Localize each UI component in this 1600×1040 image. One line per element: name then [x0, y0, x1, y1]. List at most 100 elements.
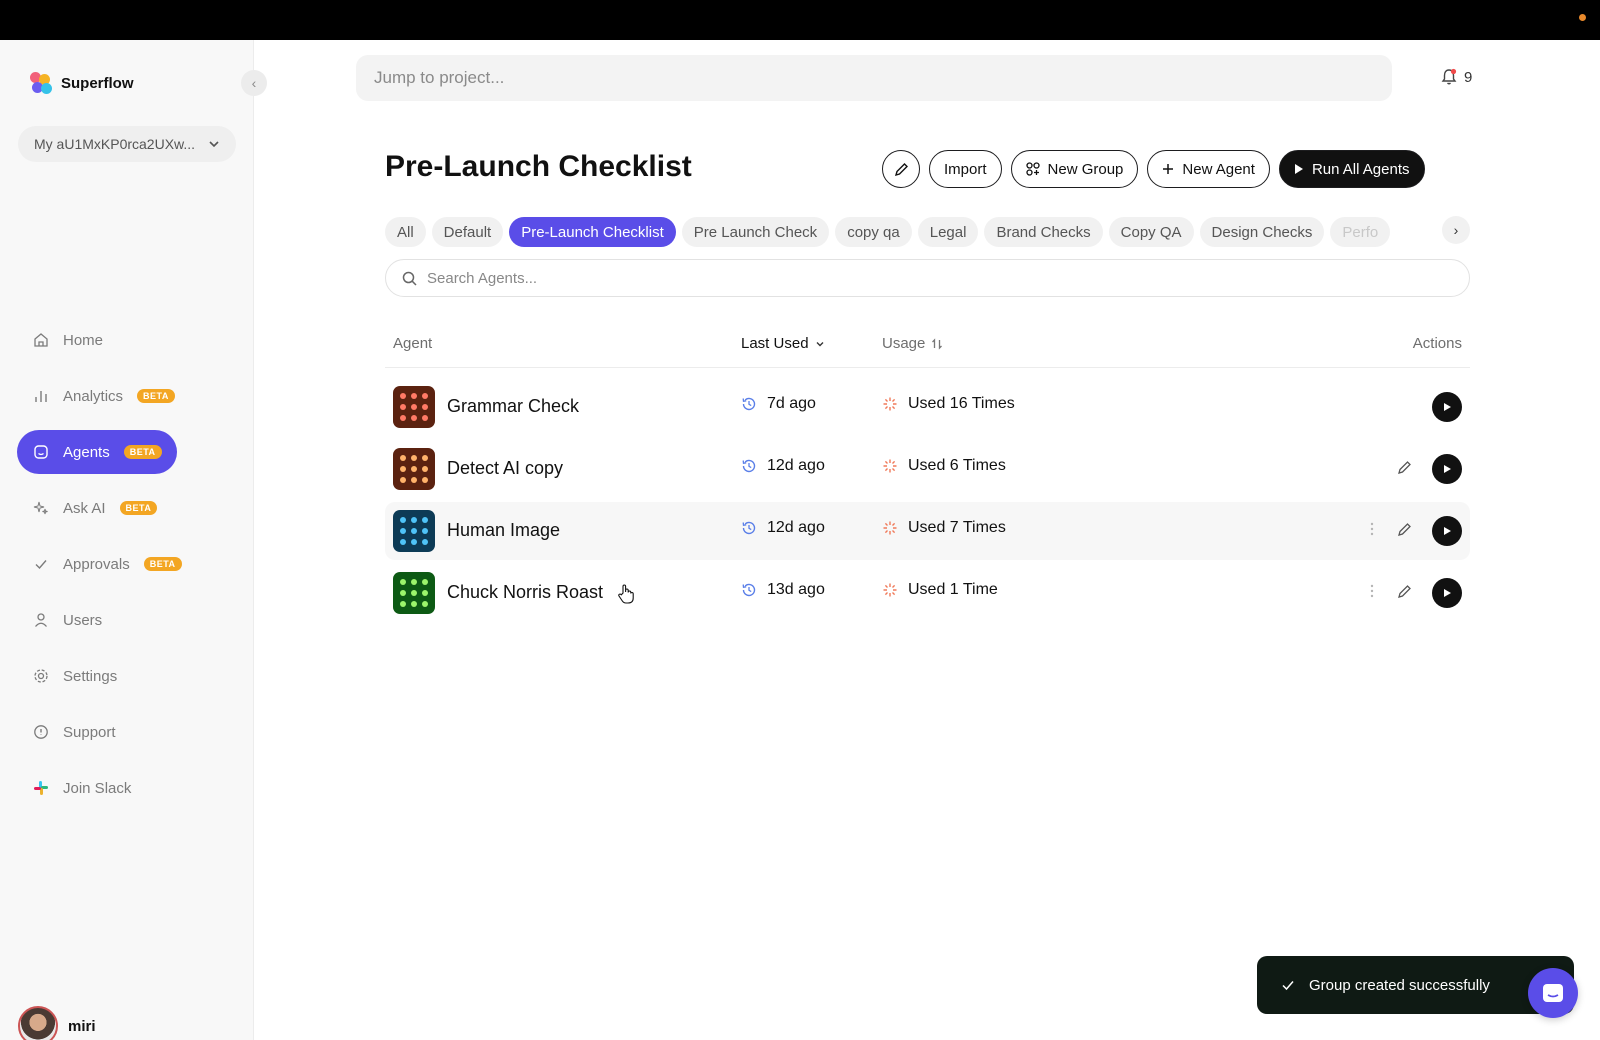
group-tab[interactable]: Design Checks	[1199, 217, 1325, 247]
sidebar-item-join-slack[interactable]: Join Slack	[17, 766, 177, 810]
agent-name[interactable]: Detect AI copy	[447, 458, 563, 479]
main-content: Jump to project... 9 Pre-Launch Checklis…	[254, 40, 1600, 1040]
last-used-value: 12d ago	[767, 519, 825, 536]
search-agents-input[interactable]: Search Agents...	[385, 259, 1470, 297]
check-icon	[1282, 981, 1294, 991]
table-row[interactable]: Grammar Check 7d ago Used 16 Times	[385, 378, 1470, 436]
table-row[interactable]: Human Image 12d ago Used 7 Times	[385, 502, 1470, 560]
spark-icon	[883, 397, 897, 411]
status-dot	[1579, 14, 1586, 21]
sidebar-item-label: Settings	[63, 667, 118, 685]
run-agent-button[interactable]	[1432, 578, 1462, 608]
brand-name: Superflow	[61, 74, 134, 92]
sidebar-item-users[interactable]: Users	[17, 598, 177, 642]
group-tab[interactable]: Default	[431, 217, 504, 247]
sidebar-item-settings[interactable]: Settings	[17, 654, 177, 698]
group-tab[interactable]: Copy QA	[1108, 217, 1194, 247]
history-icon	[742, 397, 756, 411]
sidebar-item-label: Users	[63, 611, 103, 629]
sidebar-item-label: Analytics	[63, 387, 124, 405]
history-icon	[742, 459, 756, 473]
beta-badge: BETA	[119, 501, 158, 515]
column-last-used-label: Last Used	[741, 335, 809, 352]
edit-agent-icon[interactable]	[1397, 584, 1412, 603]
page-title: Pre-Launch Checklist	[385, 150, 692, 183]
edit-group-button[interactable]	[882, 150, 920, 188]
group-tab[interactable]: Pre Launch Check	[681, 217, 830, 247]
usage-cell: Used 16 Times	[882, 395, 1015, 413]
history-icon	[742, 521, 756, 535]
more-options-icon[interactable]	[1367, 584, 1377, 603]
more-options-icon[interactable]	[1367, 522, 1377, 541]
new-agent-label: New Agent	[1182, 160, 1255, 178]
group-tab[interactable]: Perfo	[1330, 217, 1391, 247]
beta-badge: BETA	[123, 445, 162, 459]
sidebar-item-approvals[interactable]: Approvals BETA	[17, 542, 182, 586]
sidebar-item-label: Ask AI	[63, 499, 106, 517]
info-icon	[33, 724, 49, 740]
sidebar-item-ask-ai[interactable]: Ask AI BETA	[17, 486, 177, 530]
usage-value: Used 16 Times	[908, 395, 1015, 412]
column-last-used[interactable]: Last Used	[741, 335, 825, 352]
row-actions	[1367, 516, 1462, 546]
chat-support-button[interactable]	[1528, 968, 1578, 1018]
table-row[interactable]: Detect AI copy 12d ago Used 6 Times	[385, 440, 1470, 498]
usage-cell: Used 1 Time	[882, 581, 998, 599]
run-all-label: Run All Agents	[1311, 160, 1410, 178]
check-icon	[33, 556, 49, 572]
row-actions	[1367, 578, 1462, 608]
spark-icon	[883, 583, 897, 597]
group-tab[interactable]: Brand Checks	[984, 217, 1103, 247]
column-actions: Actions	[1413, 335, 1462, 352]
user-name: miri	[68, 1017, 96, 1035]
group-tab[interactable]: All	[385, 217, 426, 247]
agent-name[interactable]: Chuck Norris Roast	[447, 582, 603, 603]
gear-icon	[33, 668, 49, 684]
edit-agent-icon[interactable]	[1397, 460, 1412, 479]
agent-name[interactable]: Grammar Check	[447, 396, 579, 417]
slack-icon	[33, 780, 49, 796]
sidebar-item-home[interactable]: Home	[17, 318, 177, 362]
plus-icon	[1163, 164, 1174, 174]
column-actions-label: Actions	[1412, 335, 1462, 352]
usage-value: Used 6 Times	[908, 457, 1006, 474]
sidebar-item-agents[interactable]: Agents BETA	[17, 430, 177, 474]
agent-name[interactable]: Human Image	[447, 520, 560, 541]
user-icon	[33, 612, 49, 628]
user-profile[interactable]: miri	[18, 1006, 96, 1040]
notifications-button[interactable]: 9	[1440, 68, 1472, 86]
sparkle-icon	[33, 500, 49, 516]
run-agent-button[interactable]	[1432, 516, 1462, 546]
column-usage[interactable]: Usage	[882, 335, 943, 352]
usage-cell: Used 7 Times	[882, 519, 1006, 537]
sidebar-item-analytics[interactable]: Analytics BETA	[17, 374, 177, 418]
run-agent-button[interactable]	[1432, 392, 1462, 422]
edit-agent-icon[interactable]	[1397, 522, 1412, 541]
run-agent-button[interactable]	[1432, 454, 1462, 484]
avatar	[18, 1006, 58, 1040]
usage-cell: Used 6 Times	[882, 457, 1006, 475]
jump-placeholder: Jump to project...	[374, 68, 505, 87]
chat-icon	[1543, 984, 1563, 1002]
page-actions: Import New Group New Agent Run All Agent…	[882, 150, 1425, 188]
sidebar-item-label: Agents	[63, 443, 110, 461]
sidebar-item-support[interactable]: Support	[17, 710, 177, 754]
column-agent-label: Agent	[393, 335, 433, 352]
run-all-agents-button[interactable]: Run All Agents	[1278, 150, 1425, 188]
agent-icon	[33, 444, 49, 460]
brand[interactable]: Superflow	[30, 72, 134, 94]
new-agent-button[interactable]: New Agent	[1147, 150, 1270, 188]
beta-badge: BETA	[137, 389, 175, 403]
import-button[interactable]: Import	[929, 150, 1002, 188]
group-tab[interactable]: Legal	[917, 217, 979, 247]
workspace-selector[interactable]: My aU1MxKP0rca2UXw...	[18, 126, 236, 162]
jump-to-project-input[interactable]: Jump to project...	[356, 55, 1392, 101]
scroll-tabs-right-button[interactable]: ›	[1442, 216, 1470, 244]
group-tab[interactable]: Pre-Launch Checklist	[509, 217, 676, 247]
spark-icon	[883, 459, 897, 473]
table-row[interactable]: Chuck Norris Roast 13d ago Used 1 Time	[385, 564, 1470, 622]
window-top-bar	[0, 0, 1600, 40]
group-tab[interactable]: copy qa	[835, 217, 912, 247]
last-used-cell: 12d ago	[741, 519, 825, 537]
new-group-button[interactable]: New Group	[1010, 150, 1139, 188]
